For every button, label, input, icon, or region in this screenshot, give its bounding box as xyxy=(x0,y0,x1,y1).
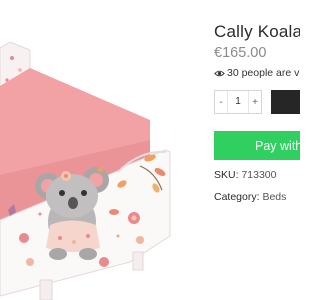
sku-value: 713300 xyxy=(241,169,277,181)
sku-label: SKU: xyxy=(214,169,239,181)
pay-with-label: Pay with xyxy=(255,138,300,153)
category-label: Category: xyxy=(214,191,260,203)
product-title: Cally Koala To xyxy=(214,22,300,41)
sku-row: SKU: 713300 xyxy=(214,169,276,181)
product-image xyxy=(0,0,200,300)
product-info-panel: Cally Koala To €165.00 30 people are vie… xyxy=(214,0,300,300)
quantity-minus-button[interactable]: - xyxy=(215,97,227,108)
pay-with-button[interactable]: Pay with xyxy=(214,131,300,160)
quantity-plus-button[interactable]: + xyxy=(249,97,261,108)
koala-bed-illustration xyxy=(0,41,171,300)
category-link[interactable]: Beds xyxy=(262,191,286,203)
category-row: Category: Beds xyxy=(214,191,286,203)
quantity-stepper: - 1 + xyxy=(214,90,262,114)
quantity-input[interactable]: 1 xyxy=(227,91,249,113)
eye-icon xyxy=(214,68,225,79)
product-price: €165.00 xyxy=(214,45,267,61)
viewers-text: 30 people are vie xyxy=(227,67,300,79)
viewers-notice: 30 people are vie xyxy=(214,67,300,79)
add-to-cart-button[interactable] xyxy=(271,90,300,114)
